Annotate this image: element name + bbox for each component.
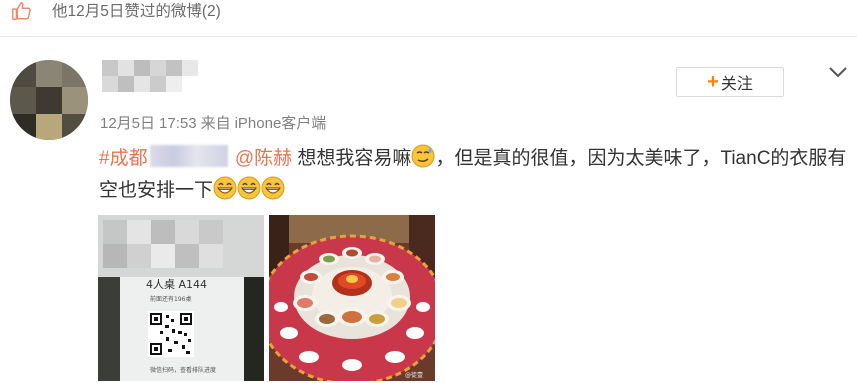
post-body: #成都 @陈赫 想想我容易嘛 ，但是真的很值，因为太美味了，TianC的衣服有空…: [99, 143, 851, 207]
chevron-down-icon[interactable]: [826, 62, 850, 82]
plus-icon: +: [707, 71, 719, 93]
ticket-footer: 微信扫码，查看排队进度: [150, 366, 216, 374]
post-image-hotpot-table[interactable]: @徒壹: [269, 215, 435, 381]
grin-emoji-icon: [261, 176, 285, 200]
post-text-part1: 想想我容易嘛: [292, 148, 412, 169]
follow-label: 关注: [720, 76, 753, 93]
mention-link[interactable]: @陈赫: [235, 148, 292, 169]
grin-emoji-icon: [237, 176, 261, 200]
post-meta: 12月5日 17:53 来自 iPhone客户端: [100, 112, 330, 133]
thumbs-up-icon: [12, 2, 31, 20]
post-image-queue-ticket[interactable]: 4人桌 A144 前面还有196桌 微信扫码，查看排队进度: [98, 215, 264, 381]
liked-posts-header: 他12月5日赞过的微博(2): [0, 0, 857, 26]
username-blurred[interactable]: [98, 58, 202, 94]
post-date[interactable]: 12月5日: [100, 115, 155, 132]
ticket-number: 4人桌 A144: [146, 278, 207, 291]
post-source[interactable]: iPhone客户端: [235, 115, 327, 132]
ticket-line2: 前面还有196桌: [150, 295, 191, 303]
image-watermark: @徒壹: [405, 371, 423, 379]
hashtag-blurred: [149, 145, 228, 167]
header-divider: [0, 36, 857, 37]
follow-button[interactable]: + 关注: [676, 67, 784, 97]
sweat-emoji-icon: [411, 144, 435, 168]
grin-emoji-icon: [213, 176, 237, 200]
source-prefix: 来自: [200, 115, 231, 132]
post-time[interactable]: 17:53: [159, 115, 197, 132]
avatar[interactable]: [10, 60, 88, 140]
hashtag-link[interactable]: #成都: [99, 148, 148, 169]
liked-posts-title[interactable]: 他12月5日赞过的微博(2): [52, 0, 221, 21]
